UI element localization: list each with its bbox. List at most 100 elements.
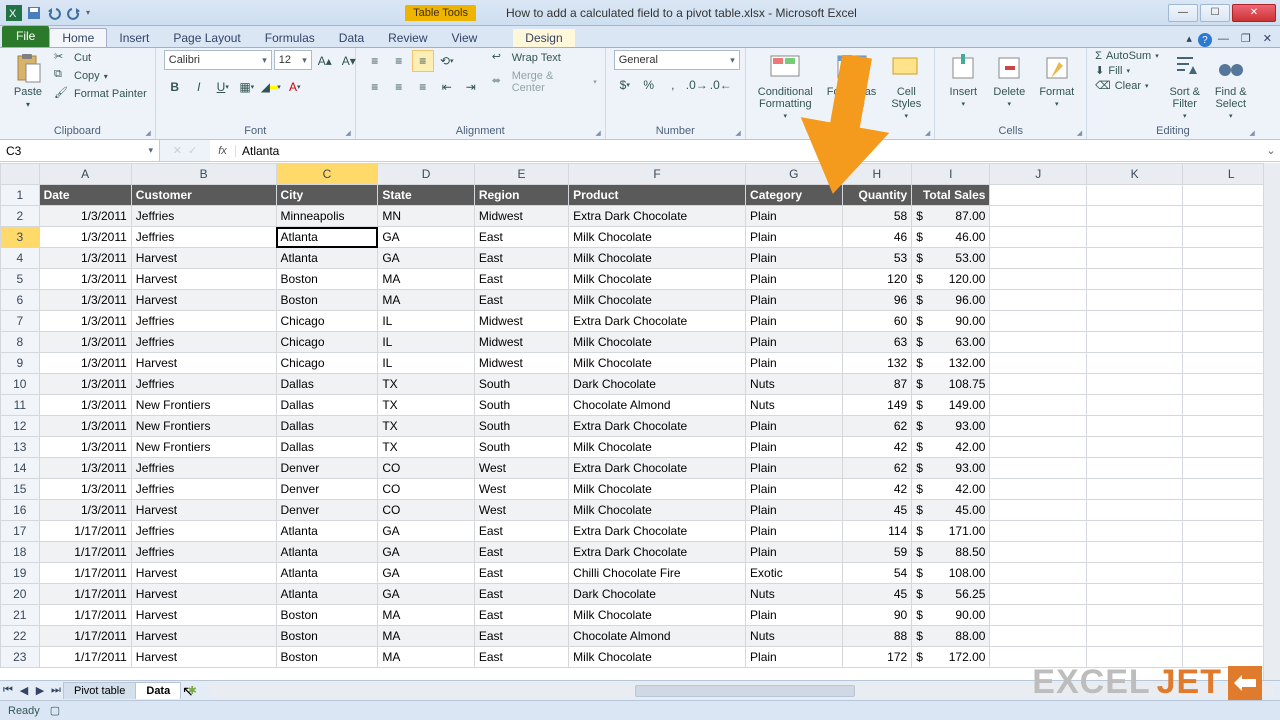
- data-cell[interactable]: [990, 227, 1086, 248]
- data-cell[interactable]: 1/3/2011: [39, 374, 131, 395]
- data-cell[interactable]: 1/3/2011: [39, 311, 131, 332]
- row-header[interactable]: 9: [1, 353, 40, 374]
- tab-view[interactable]: View: [440, 29, 490, 47]
- data-cell[interactable]: $90.00: [912, 605, 990, 626]
- data-cell[interactable]: [1183, 479, 1263, 500]
- data-cell[interactable]: [990, 458, 1086, 479]
- data-cell[interactable]: Plain: [746, 353, 842, 374]
- data-cell[interactable]: [1183, 395, 1263, 416]
- data-cell[interactable]: Plain: [746, 269, 842, 290]
- help-icon[interactable]: ?: [1198, 33, 1212, 47]
- minimize-button[interactable]: —: [1168, 4, 1198, 22]
- spreadsheet-grid[interactable]: ABCDEFGHIJKL1DateCustomerCityStateRegion…: [0, 163, 1263, 668]
- align-center-button[interactable]: ≡: [388, 76, 410, 98]
- data-cell[interactable]: MA: [378, 269, 474, 290]
- data-cell[interactable]: 1/3/2011: [39, 332, 131, 353]
- data-cell[interactable]: Midwest: [474, 206, 568, 227]
- data-cell[interactable]: Plain: [746, 542, 842, 563]
- data-cell[interactable]: 58: [842, 206, 912, 227]
- data-cell[interactable]: [1183, 269, 1263, 290]
- data-cell[interactable]: Boston: [276, 269, 378, 290]
- data-cell[interactable]: [1086, 458, 1182, 479]
- data-cell[interactable]: TX: [378, 374, 474, 395]
- minimize-ribbon-icon[interactable]: ▴: [1180, 30, 1198, 47]
- tab-file[interactable]: File: [2, 26, 49, 47]
- data-cell[interactable]: East: [474, 626, 568, 647]
- data-cell[interactable]: 63: [842, 332, 912, 353]
- data-cell[interactable]: Jeffries: [131, 374, 276, 395]
- data-cell[interactable]: [990, 542, 1086, 563]
- data-cell[interactable]: Nuts: [746, 395, 842, 416]
- data-cell[interactable]: Denver: [276, 500, 378, 521]
- header-cell[interactable]: City: [276, 185, 378, 206]
- comma-button[interactable]: ,: [662, 74, 684, 96]
- data-cell[interactable]: Plain: [746, 248, 842, 269]
- data-cell[interactable]: Jeffries: [131, 458, 276, 479]
- data-cell[interactable]: [1183, 437, 1263, 458]
- column-header[interactable]: K: [1086, 164, 1182, 185]
- data-cell[interactable]: [1086, 395, 1182, 416]
- data-cell[interactable]: Jeffries: [131, 479, 276, 500]
- data-cell[interactable]: East: [474, 605, 568, 626]
- data-cell[interactable]: Plain: [746, 521, 842, 542]
- autosum-button[interactable]: ΣAutoSum▾: [1095, 50, 1159, 62]
- data-cell[interactable]: 53: [842, 248, 912, 269]
- workbook-close-icon[interactable]: ✕: [1257, 30, 1278, 47]
- column-header[interactable]: J: [990, 164, 1086, 185]
- data-cell[interactable]: South: [474, 437, 568, 458]
- select-all-corner[interactable]: [1, 164, 40, 185]
- data-cell[interactable]: Plain: [746, 311, 842, 332]
- data-cell[interactable]: 62: [842, 458, 912, 479]
- data-cell[interactable]: Boston: [276, 647, 378, 668]
- data-cell[interactable]: $93.00: [912, 458, 990, 479]
- data-cell[interactable]: Dark Chocolate: [569, 584, 746, 605]
- data-cell[interactable]: 60: [842, 311, 912, 332]
- data-cell[interactable]: $171.00: [912, 521, 990, 542]
- macro-record-icon[interactable]: ▢: [50, 704, 60, 717]
- data-cell[interactable]: Denver: [276, 458, 378, 479]
- data-cell[interactable]: 1/3/2011: [39, 290, 131, 311]
- data-cell[interactable]: [1183, 542, 1263, 563]
- column-header[interactable]: I: [912, 164, 990, 185]
- data-cell[interactable]: Extra Dark Chocolate: [569, 206, 746, 227]
- data-cell[interactable]: Milk Chocolate: [569, 647, 746, 668]
- workbook-restore-icon[interactable]: ❐: [1235, 30, 1257, 47]
- data-cell[interactable]: Jeffries: [131, 521, 276, 542]
- data-cell[interactable]: [990, 374, 1086, 395]
- column-header[interactable]: E: [474, 164, 568, 185]
- data-cell[interactable]: Atlanta: [276, 248, 378, 269]
- data-cell[interactable]: CO: [378, 500, 474, 521]
- data-cell[interactable]: East: [474, 248, 568, 269]
- fill-button[interactable]: ⬇Fill▾: [1095, 64, 1159, 77]
- undo-icon[interactable]: [46, 5, 62, 21]
- data-cell[interactable]: 59: [842, 542, 912, 563]
- data-cell[interactable]: East: [474, 269, 568, 290]
- data-cell[interactable]: IL: [378, 353, 474, 374]
- data-cell[interactable]: MA: [378, 605, 474, 626]
- data-cell[interactable]: Harvest: [131, 605, 276, 626]
- data-cell[interactable]: [1086, 521, 1182, 542]
- data-cell[interactable]: $108.75: [912, 374, 990, 395]
- header-cell[interactable]: Customer: [131, 185, 276, 206]
- data-cell[interactable]: 114: [842, 521, 912, 542]
- row-header[interactable]: 13: [1, 437, 40, 458]
- copy-button[interactable]: ⧉Copy▾: [54, 68, 147, 84]
- data-cell[interactable]: 1/3/2011: [39, 395, 131, 416]
- data-cell[interactable]: [1183, 626, 1263, 647]
- data-cell[interactable]: South: [474, 416, 568, 437]
- data-cell[interactable]: $42.00: [912, 437, 990, 458]
- data-cell[interactable]: $108.00: [912, 563, 990, 584]
- data-cell[interactable]: 1/3/2011: [39, 437, 131, 458]
- row-header[interactable]: 11: [1, 395, 40, 416]
- column-header[interactable]: C: [276, 164, 378, 185]
- data-cell[interactable]: $149.00: [912, 395, 990, 416]
- data-cell[interactable]: Plain: [746, 479, 842, 500]
- data-cell[interactable]: [990, 311, 1086, 332]
- increase-decimal-button[interactable]: .0→: [686, 74, 708, 96]
- data-cell[interactable]: Atlanta: [276, 563, 378, 584]
- data-cell[interactable]: [1086, 374, 1182, 395]
- column-header[interactable]: B: [131, 164, 276, 185]
- data-cell[interactable]: Plain: [746, 458, 842, 479]
- italic-button[interactable]: I: [188, 76, 210, 98]
- align-right-button[interactable]: ≡: [412, 76, 434, 98]
